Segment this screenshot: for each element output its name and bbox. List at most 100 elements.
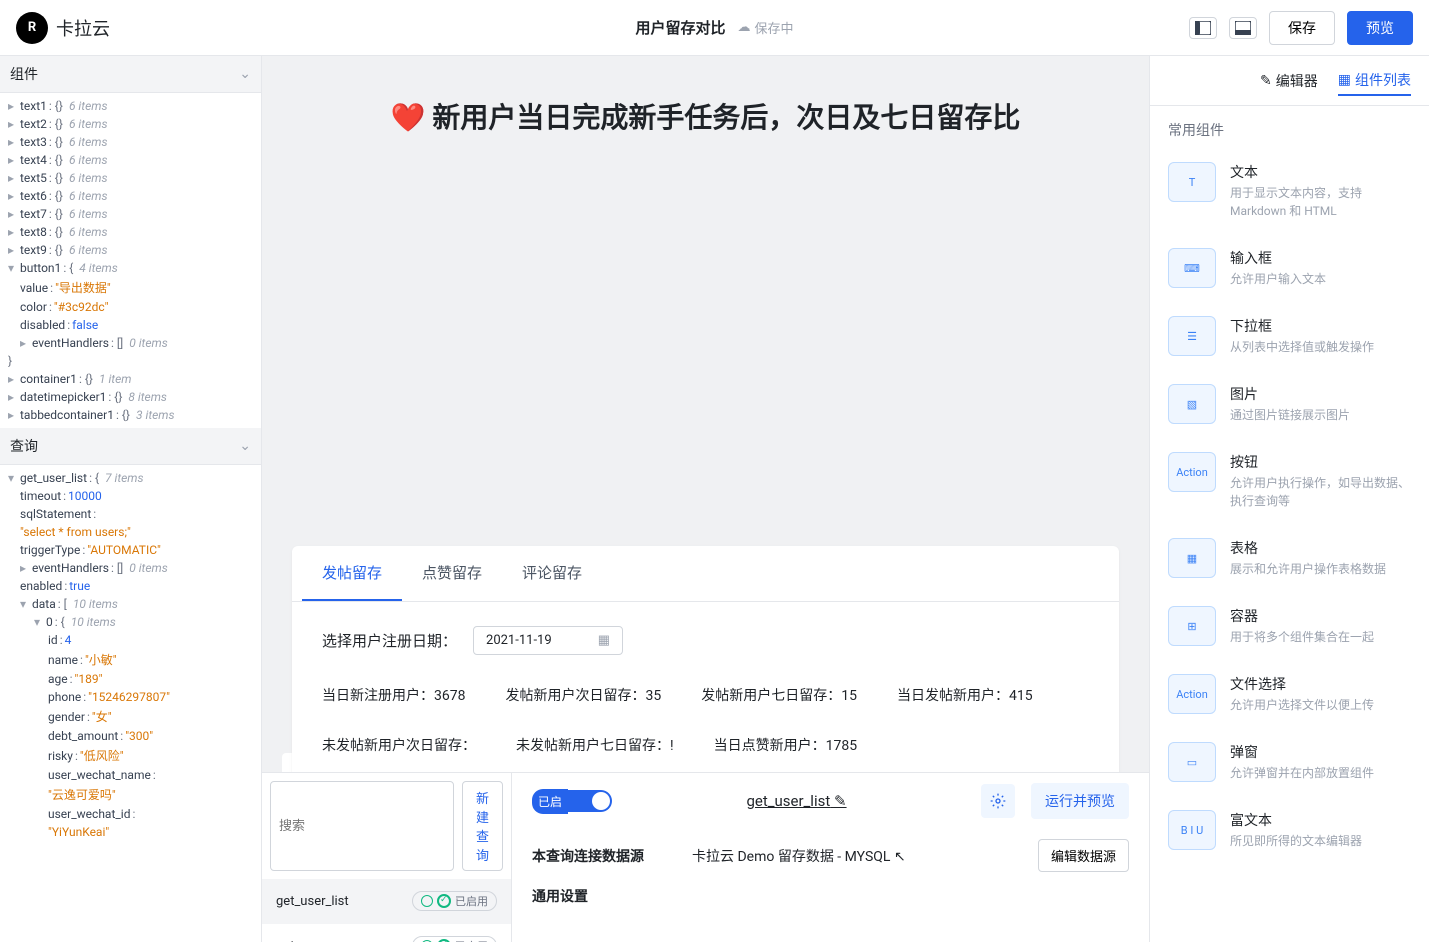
tree-prop[interactable]: user_wechat_name : <box>0 766 261 784</box>
chevron-down-icon: ⌄ <box>239 66 251 82</box>
component-desc: 用于将多个组件集合在一起 <box>1230 628 1374 646</box>
tree-item[interactable]: ▸text2 : {}6 items <box>0 115 261 133</box>
tree-item[interactable]: ▸text3 : {}6 items <box>0 133 261 151</box>
tree-prop[interactable]: age : "189" <box>0 670 261 688</box>
tree-prop[interactable]: user_wechat_id : <box>0 805 261 823</box>
center-panel: ❤️ 新用户当日完成新手任务后，次日及七日留存比 正在执行查询...get_us… <box>262 56 1149 942</box>
tree-prop[interactable]: ▾data : [10 items <box>0 595 261 613</box>
tree-prop-val: "YiYunKeai" <box>0 823 261 841</box>
query-list-item[interactable]: get_user_list 已启用 <box>262 879 511 924</box>
calendar-icon: ▦ <box>598 633 610 648</box>
layout-bottom-icon[interactable] <box>1229 17 1257 39</box>
saving-status: ☁ 保存中 <box>738 18 794 37</box>
component-desc: 通过图片链接展示图片 <box>1230 406 1350 424</box>
tree-prop[interactable]: timeout : 10000 <box>0 487 261 505</box>
component-title: 富文本 <box>1230 810 1362 830</box>
tab-2[interactable]: 评论留存 <box>502 546 602 601</box>
queries-panel-header[interactable]: 查询 ⌄ <box>0 428 261 465</box>
stat-item: 当日发帖新用户：415 <box>897 685 1033 705</box>
new-query-button[interactable]: 新建查询 <box>462 781 503 871</box>
component-title: 按钮 <box>1230 452 1411 472</box>
component-item[interactable]: B I U 富文本 所见即所得的文本编辑器 <box>1168 796 1411 864</box>
stat-item: 当日新注册用户：3678 <box>322 685 465 705</box>
component-icon: Action <box>1168 674 1216 714</box>
component-item[interactable]: T 文本 用于显示文本内容，支持 Markdown 和 HTML <box>1168 148 1411 234</box>
tab-editor[interactable]: ✎ 编辑器 <box>1260 70 1318 91</box>
tree-prop[interactable]: debt_amount : "300" <box>0 727 261 745</box>
tree-prop-val: "云逸可爱吗" <box>0 784 261 805</box>
settings-button[interactable] <box>981 784 1015 818</box>
enabled-label: 已启 <box>532 789 568 814</box>
tab-1[interactable]: 点赞留存 <box>402 546 502 601</box>
tree-item[interactable]: ▾get_user_list : {7 items <box>0 469 261 487</box>
stat-item: 未发帖新用户七日留存：! <box>516 735 674 755</box>
tree-prop[interactable]: ▸eventHandlers : []0 items <box>0 334 261 352</box>
tree-item[interactable]: ▸text4 : {}6 items <box>0 151 261 169</box>
tree-prop[interactable]: phone : "15246297807" <box>0 688 261 706</box>
component-item[interactable]: ▦ 表格 展示和允许用户操作表格数据 <box>1168 524 1411 592</box>
tree-prop[interactable]: disabled : false <box>0 316 261 334</box>
component-desc: 允许用户输入文本 <box>1230 270 1326 288</box>
query-name-editable[interactable]: get_user_list ✎ <box>628 792 965 810</box>
tab-component-list[interactable]: ▦ 组件列表 <box>1338 70 1411 96</box>
component-icon: ☰ <box>1168 316 1216 356</box>
tree-item[interactable]: ▸tabbedcontainer1 : {}3 items <box>0 406 261 424</box>
tree-prop[interactable]: enabled : true <box>0 577 261 595</box>
tree-prop[interactable]: color : "#3c92dc" <box>0 298 261 316</box>
enabled-badge: 已启用 <box>412 891 497 911</box>
component-desc: 允许用户执行操作，如导出数据、执行查询等 <box>1230 474 1411 510</box>
component-title: 输入框 <box>1230 248 1326 268</box>
enabled-toggle[interactable] <box>568 790 612 812</box>
component-desc: 从列表中选择值或触发操作 <box>1230 338 1374 356</box>
date-picker[interactable]: 2021-11-19 ▦ <box>473 626 623 655</box>
tree-prop[interactable]: risky : "低风险" <box>0 745 261 766</box>
tree-item[interactable]: ▸container1 : {}1 item <box>0 370 261 388</box>
layout-side-icon[interactable] <box>1189 17 1217 39</box>
tree-prop-val: "select * from users;" <box>0 523 261 541</box>
component-title: 文件选择 <box>1230 674 1374 694</box>
components-panel-header[interactable]: 组件 ⌄ <box>0 56 261 93</box>
component-item[interactable]: ▧ 图片 通过图片链接展示图片 <box>1168 370 1411 438</box>
component-item[interactable]: ☰ 下拉框 从列表中选择值或触发操作 <box>1168 302 1411 370</box>
tree-item[interactable]: ▸text5 : {}6 items <box>0 169 261 187</box>
component-item[interactable]: ⌨ 输入框 允许用户输入文本 <box>1168 234 1411 302</box>
stat-item: 未发帖新用户次日留存： <box>322 735 476 755</box>
tree-item[interactable]: ▸text6 : {}6 items <box>0 187 261 205</box>
tree-prop[interactable]: triggerType : "AUTOMATIC" <box>0 541 261 559</box>
tree-prop[interactable]: gender : "女" <box>0 706 261 727</box>
component-icon: ▧ <box>1168 384 1216 424</box>
preview-button[interactable]: 预览 <box>1347 11 1413 45</box>
query-search-input[interactable] <box>270 781 454 871</box>
tree-prop[interactable]: id : 4 <box>0 631 261 649</box>
grid-icon: ▦ <box>1338 72 1351 88</box>
tree-item[interactable]: ▸text7 : {}6 items <box>0 205 261 223</box>
component-item[interactable]: ⊞ 容器 用于将多个组件集合在一起 <box>1168 592 1411 660</box>
tree-item[interactable]: ▸datetimepicker1 : {}8 items <box>0 388 261 406</box>
stat-item: 发帖新用户七日留存：15 <box>701 685 857 705</box>
tree-item[interactable]: ▸text1 : {}6 items <box>0 97 261 115</box>
component-desc: 所见即所得的文本编辑器 <box>1230 832 1362 850</box>
component-item[interactable]: Action 文件选择 允许用户选择文件以便上传 <box>1168 660 1411 728</box>
tree-prop[interactable]: ▾0 : {10 items <box>0 613 261 631</box>
tree-item[interactable]: ▾button1 : {4 items <box>0 259 261 277</box>
common-components-title: 常用组件 <box>1150 106 1429 148</box>
tree-prop[interactable]: sqlStatement : <box>0 505 261 523</box>
tree-item[interactable]: ▸text9 : {}6 items <box>0 241 261 259</box>
tree-prop[interactable]: ▸eventHandlers : []0 items <box>0 559 261 577</box>
edit-datasource-button[interactable]: 编辑数据源 <box>1038 839 1129 872</box>
save-button[interactable]: 保存 <box>1269 11 1335 45</box>
chevron-down-icon: ⌄ <box>239 438 251 454</box>
edit-icon: ✎ <box>834 792 847 810</box>
tree-prop[interactable]: name : "小敏" <box>0 649 261 670</box>
tree-item[interactable]: ▸text8 : {}6 items <box>0 223 261 241</box>
run-preview-button[interactable]: 运行并预览 <box>1031 783 1129 819</box>
component-icon: ▦ <box>1168 538 1216 578</box>
component-item[interactable]: ▭ 弹窗 允许弹窗并在内部放置组件 <box>1168 728 1411 796</box>
component-item[interactable]: Action 按钮 允许用户执行操作，如导出数据、执行查询等 <box>1168 438 1411 524</box>
tab-0[interactable]: 发帖留存 <box>302 546 402 601</box>
retention-card: 发帖留存点赞留存评论留存 选择用户注册日期： 2021-11-19 ▦ 当日新注… <box>292 546 1119 772</box>
query-list-item[interactable]: get_users 已启用 <box>262 924 511 942</box>
component-icon: T <box>1168 162 1216 202</box>
tree-prop[interactable]: value : "导出数据" <box>0 277 261 298</box>
component-icon: ⊞ <box>1168 606 1216 646</box>
